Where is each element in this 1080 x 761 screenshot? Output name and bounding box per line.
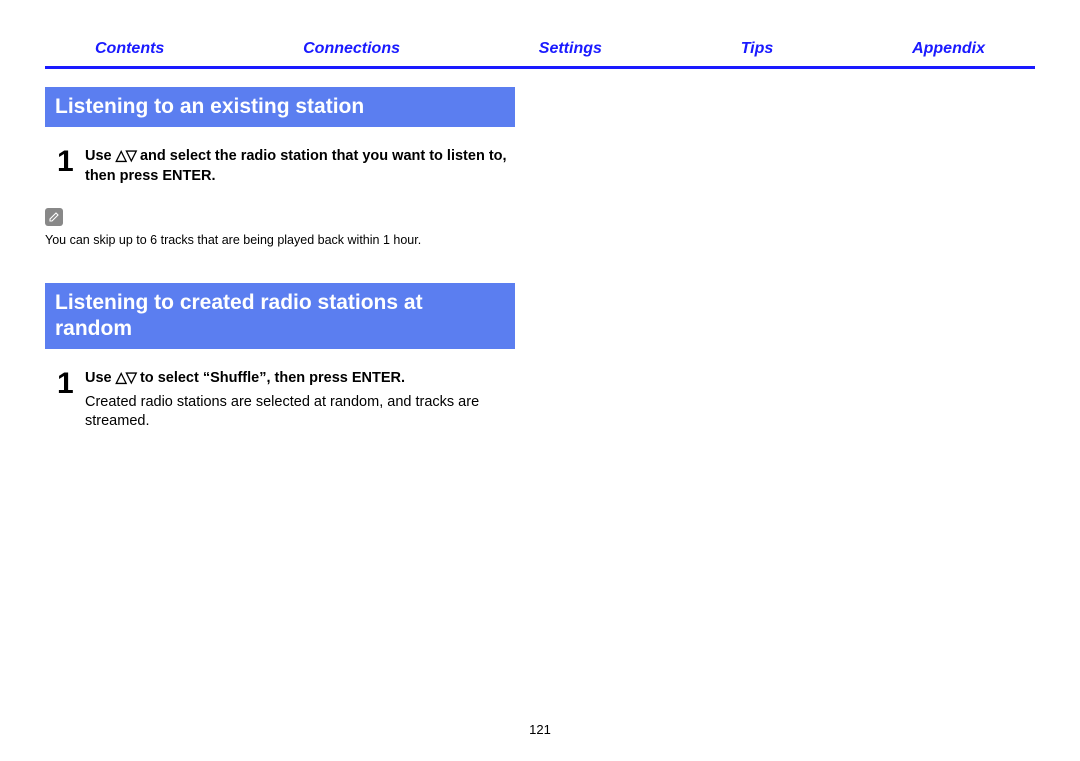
page-number: 121	[0, 722, 1080, 737]
nav-settings[interactable]: Settings	[539, 40, 602, 58]
note-text: You can skip up to 6 tracks that are bei…	[45, 232, 515, 248]
step-text-post: and select the radio station that you wa…	[85, 148, 507, 184]
step-instruction: Use △▽ to select “Shuffle”, then press E…	[85, 369, 515, 389]
note-pencil-icon	[45, 208, 63, 226]
nav-connections[interactable]: Connections	[303, 40, 400, 58]
section-title-random-stations: Listening to created radio stations at r…	[45, 283, 515, 350]
step-number: 1	[57, 367, 85, 399]
top-nav: Contents Connections Settings Tips Appen…	[45, 40, 1035, 66]
step-1-random: 1 Use △▽ to select “Shuffle”, then press…	[57, 367, 515, 432]
step-description: Created radio stations are selected at r…	[85, 393, 515, 432]
step-text-post: to select “Shuffle”, then press ENTER.	[136, 370, 405, 386]
section-title-existing-station: Listening to an existing station	[45, 87, 515, 127]
step-instruction: Use △▽ and select the radio station that…	[85, 148, 507, 184]
updown-arrow-icon: △▽	[116, 148, 136, 164]
nav-contents[interactable]: Contents	[95, 40, 164, 58]
nav-divider	[45, 66, 1035, 69]
step-text-pre: Use	[85, 148, 116, 164]
nav-tips[interactable]: Tips	[741, 40, 774, 58]
step-text-pre: Use	[85, 370, 116, 386]
step-1-existing: 1 Use △▽ and select the radio station th…	[57, 145, 515, 186]
step-number: 1	[57, 145, 85, 177]
updown-arrow-icon: △▽	[116, 370, 136, 386]
nav-appendix[interactable]: Appendix	[912, 40, 985, 58]
